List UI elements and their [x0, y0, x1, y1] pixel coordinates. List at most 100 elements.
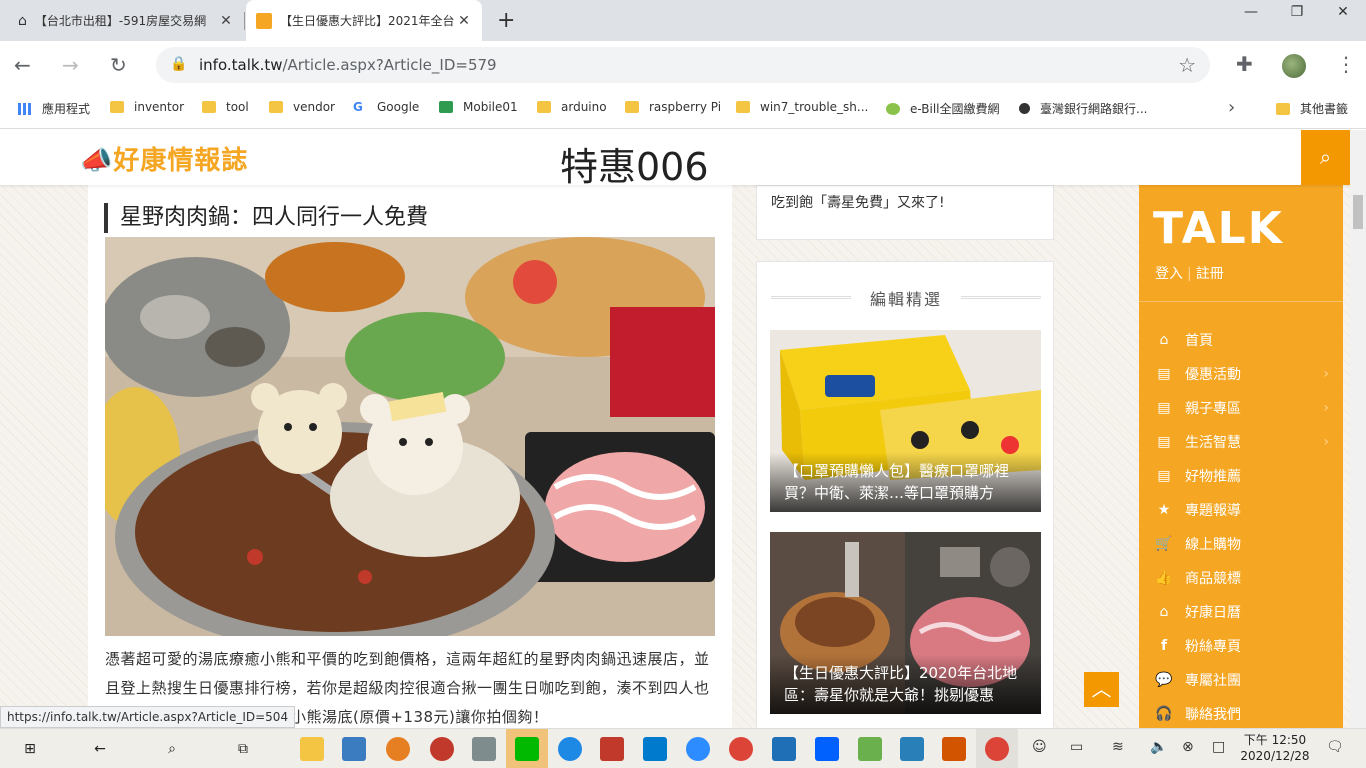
page-scrollbar[interactable] — [1350, 130, 1366, 728]
restore-icon[interactable]: ❐ — [1274, 4, 1320, 20]
address-bar[interactable]: 🔒 info.talk.tw/Article.aspx?Article_ID=5… — [156, 47, 1210, 83]
menu-auction[interactable]: 👍 商品競標 — [1155, 563, 1335, 593]
google-icon: G — [353, 100, 363, 114]
menu-features[interactable]: ★ 專題報導 — [1155, 495, 1335, 525]
wifi-icon[interactable]: ≋ — [1112, 739, 1124, 755]
chevron-right-icon: › — [1323, 400, 1329, 416]
bookmark-ebill[interactable]: e-Bill全國繳費網 — [886, 100, 1000, 117]
windows-taskbar: ⊞ ← ⌕ ⧉ ☺ ▭ ≋ 🔈 ⊗ □ 下午 12:50 2020/12/28 … — [0, 728, 1366, 768]
url-text[interactable]: info.talk.tw/Article.aspx?Article_ID=579 — [199, 56, 497, 74]
bookmark-win7[interactable]: win7_trouble_sh... — [736, 100, 868, 114]
menu-deals[interactable]: ▤ 優惠活動 › — [1155, 359, 1335, 389]
menu-kebab-icon[interactable]: ⋮ — [1336, 52, 1356, 76]
bookmark-star-icon[interactable]: ☆ — [1178, 53, 1196, 77]
menu-life[interactable]: ▤ 生活智慧 › — [1155, 427, 1335, 457]
minimize-icon[interactable]: — — [1228, 4, 1274, 20]
bookmark-google[interactable]: G Google — [353, 100, 419, 114]
feature-card-mask[interactable]: 【口罩預購懶人包】醫療口罩哪裡買？中衛、萊潔…等口罩預購方 — [770, 330, 1041, 512]
feature-caption: 【口罩預購懶人包】醫療口罩哪裡買？中衛、萊潔…等口罩預購方 — [770, 452, 1041, 512]
windows-start-icon[interactable]: ⊞ — [18, 737, 42, 761]
page-title: 特惠006 — [560, 145, 709, 189]
tab-strip: ⌂ 【台北市出租】-591房屋交易網 ✕ 【生日優惠大評比】2021年全台 ✕ … — [0, 0, 1366, 41]
chrome-icon[interactable] — [729, 737, 753, 761]
forward-icon[interactable]: → — [62, 53, 79, 77]
menu-family[interactable]: ▤ 親子專區 › — [1155, 393, 1335, 423]
bookmark-arduino[interactable]: arduino — [537, 100, 607, 114]
chevron-right-icon[interactable]: › — [1228, 97, 1235, 118]
tab-title: 【台北市出租】-591房屋交易網 — [34, 14, 207, 28]
menu-shop[interactable]: 🛒 線上購物 — [1155, 529, 1335, 559]
back-icon[interactable]: ← — [14, 53, 31, 77]
bookmark-bank[interactable]: 臺灣銀行網路銀行... — [1019, 100, 1147, 117]
profile-avatar[interactable] — [1282, 54, 1306, 78]
chrome-icon[interactable] — [985, 737, 1009, 761]
folder-icon — [1276, 102, 1290, 115]
close-window-icon[interactable]: ✕ — [1320, 4, 1366, 20]
people-icon[interactable]: ☺ — [1032, 739, 1047, 755]
menu-fanpage[interactable]: f 粉絲專頁 — [1155, 631, 1335, 661]
search-button[interactable]: ⌕ — [1301, 130, 1350, 185]
app-icon[interactable] — [430, 737, 454, 761]
bookmark-inventor[interactable]: inventor — [110, 100, 184, 114]
document-icon: ▤ — [1157, 468, 1171, 484]
input-icon[interactable]: ⊗ — [1182, 739, 1194, 755]
reload-icon[interactable]: ↻ — [110, 53, 127, 77]
python-icon[interactable] — [342, 737, 366, 761]
talk-logo[interactable]: TALK — [1153, 203, 1284, 254]
ie-icon[interactable] — [558, 737, 582, 761]
jupyter-icon[interactable] — [386, 737, 410, 761]
close-icon[interactable]: ✕ — [218, 13, 234, 29]
folder-icon — [625, 101, 639, 113]
app-icon[interactable] — [858, 737, 882, 761]
dropbox-icon[interactable] — [815, 737, 839, 761]
vc-icon[interactable] — [772, 737, 796, 761]
menu-home[interactable]: ⌂ 首頁 — [1155, 325, 1335, 355]
bookmark-tool[interactable]: tool — [202, 100, 249, 114]
bookmark-apps[interactable]: 應用程式 — [18, 100, 90, 117]
file-explorer-icon[interactable] — [300, 737, 324, 761]
clock-time: 下午 12:50 — [1243, 733, 1307, 747]
vscode-icon[interactable] — [643, 737, 667, 761]
menu-calendar[interactable]: ⌂ 好康日曆 — [1155, 597, 1335, 627]
photos-icon[interactable] — [900, 737, 924, 761]
editor-picks: 編輯精選 【口罩預購懶人包】醫療口罩哪裡買？中衛、萊潔…等口罩預購方 【生日優惠… — [756, 261, 1054, 728]
paint-icon[interactable] — [942, 737, 966, 761]
zoom-icon[interactable] — [686, 737, 710, 761]
headset-icon: 🎧 — [1155, 706, 1173, 722]
volume-icon[interactable]: 🔈 — [1150, 739, 1167, 755]
line-icon[interactable] — [515, 737, 539, 761]
system-clock[interactable]: 下午 12:50 2020/12/28 — [1236, 732, 1314, 764]
hotpot-illustration — [105, 237, 715, 636]
close-icon[interactable]: ✕ — [456, 13, 472, 29]
extensions-icon[interactable]: ✚ — [1236, 52, 1253, 76]
tab-591[interactable]: ⌂ 【台北市出租】-591房屋交易網 ✕ — [8, 0, 244, 41]
tab-talk[interactable]: 【生日優惠大評比】2021年全台 ✕ — [246, 0, 482, 41]
new-tab-button[interactable]: + — [497, 8, 515, 33]
facebook-icon: f — [1160, 638, 1168, 654]
site-logo[interactable]: 📣好康情報誌 — [80, 140, 248, 177]
register-link[interactable]: 註冊 — [1196, 266, 1224, 282]
autodesk-icon[interactable] — [600, 737, 624, 761]
bookmark-vendor[interactable]: vendor — [269, 100, 335, 114]
bookmark-mobile01[interactable]: Mobile01 — [439, 100, 518, 114]
back-icon[interactable]: ← — [88, 737, 112, 761]
menu-group[interactable]: 💬 專屬社團 — [1155, 665, 1335, 695]
scroll-to-top-button[interactable]: ︿ — [1084, 672, 1119, 707]
menu-contact[interactable]: 🎧 聯絡我們 — [1155, 699, 1335, 728]
ime-icon[interactable]: □ — [1212, 739, 1225, 755]
document-icon: ▤ — [1157, 366, 1171, 382]
login-link[interactable]: 登入 — [1155, 266, 1183, 282]
scrollbar-thumb[interactable] — [1353, 195, 1363, 229]
task-view-icon[interactable]: ⧉ — [231, 737, 255, 761]
sidebar-snippet-box[interactable]: 吃到飽「壽星免費」又來了! — [756, 185, 1054, 240]
calculator-icon[interactable] — [472, 737, 496, 761]
bookmark-raspberry[interactable]: raspberry Pi — [625, 100, 721, 114]
menu-recommend[interactable]: ▤ 好物推薦 — [1155, 461, 1335, 491]
notifications-icon[interactable]: 🗨 — [1326, 739, 1344, 755]
feature-card-birthday[interactable]: 【生日優惠大評比】2020年台北地區：壽星你就是大爺！挑剔優惠 — [770, 532, 1041, 714]
folder-icon — [537, 101, 551, 113]
search-icon[interactable]: ⌕ — [160, 737, 184, 761]
bookmark-other[interactable]: 其他書籤 — [1276, 100, 1348, 117]
tab-separator — [244, 12, 245, 30]
battery-icon[interactable]: ▭ — [1070, 739, 1083, 755]
